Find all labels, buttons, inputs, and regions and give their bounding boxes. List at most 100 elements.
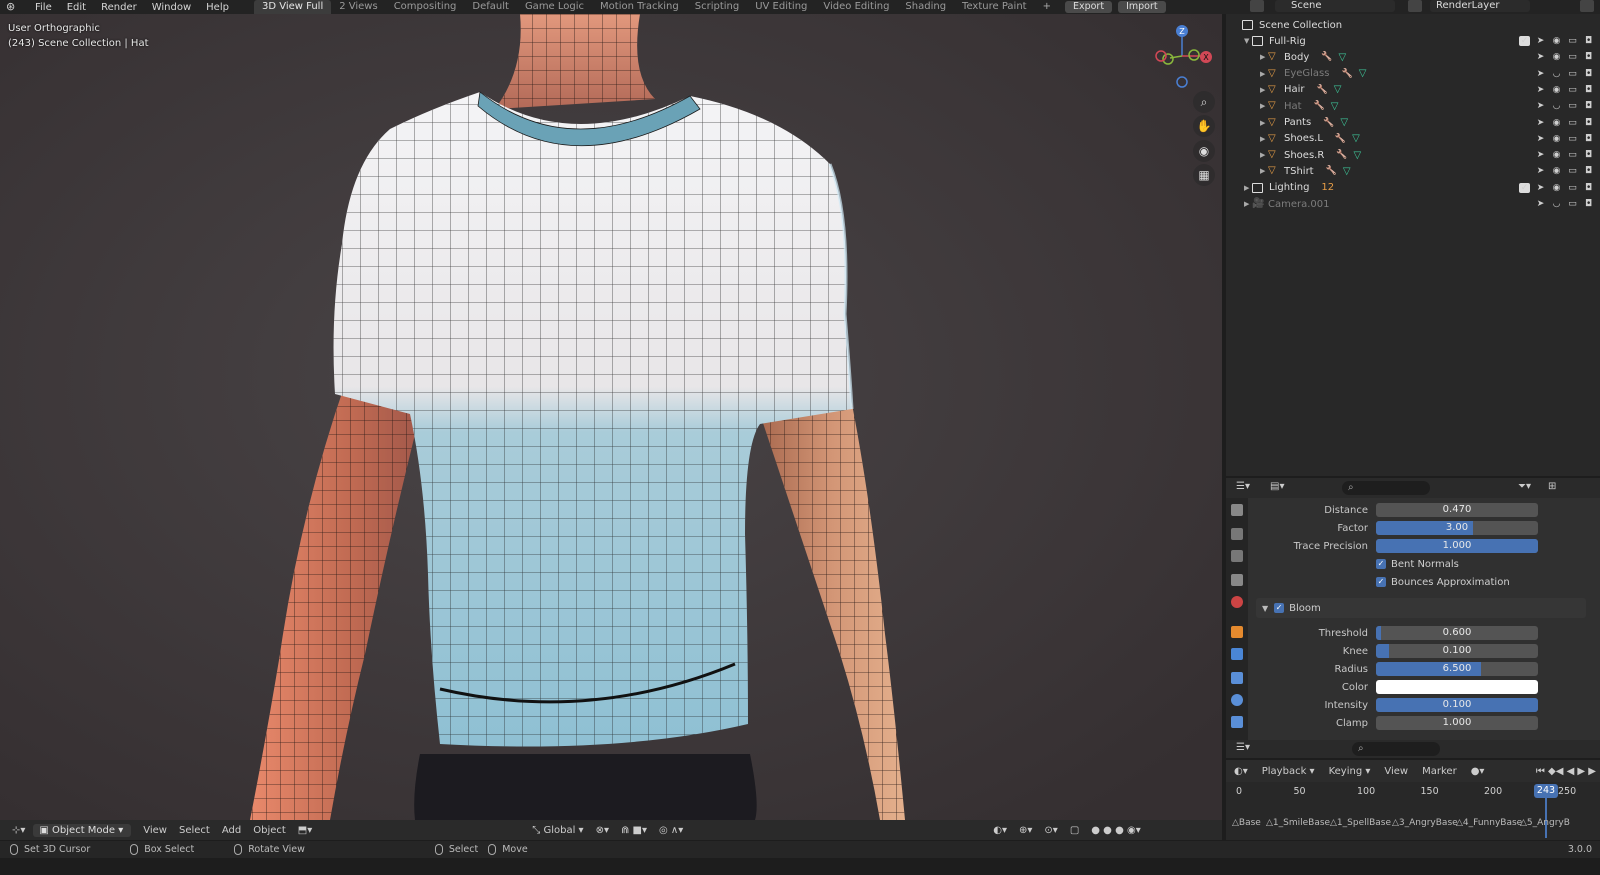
monitor-icon[interactable]: ▭: [1567, 85, 1578, 95]
menu-edit[interactable]: Edit: [67, 2, 86, 13]
outliner-row[interactable]: ▶ ▽ Shoes.R 🔧 ▽ ➤ ◉ ▭ ◘: [1226, 147, 1600, 163]
menu-view[interactable]: View: [143, 825, 167, 836]
eye-icon[interactable]: ◉: [1551, 52, 1562, 62]
select-arrow-icon[interactable]: ➤: [1535, 69, 1546, 79]
distance-slider[interactable]: 0.470: [1376, 503, 1538, 517]
render-layer-icon[interactable]: [1408, 0, 1422, 12]
bloom-threshold-slider[interactable]: 0.600: [1376, 626, 1538, 640]
bloom-radius-slider[interactable]: 6.500: [1376, 662, 1538, 676]
select-arrow-icon[interactable]: ➤: [1535, 199, 1546, 209]
tab-scripting[interactable]: Scripting: [687, 0, 747, 14]
3d-viewport[interactable]: User Orthographic (243) Scene Collection…: [0, 14, 1222, 820]
timeline-search-field[interactable]: ⌕: [1352, 742, 1440, 756]
select-arrow-icon[interactable]: ➤: [1535, 52, 1546, 62]
camera-render-icon[interactable]: ◘: [1583, 199, 1594, 209]
blender-logo-icon[interactable]: ⊛: [6, 1, 20, 13]
transform-options-icon[interactable]: ⬒▾: [298, 825, 312, 836]
pivot-icon[interactable]: ⊗▾: [596, 825, 609, 836]
expand-arrow-icon[interactable]: ▶: [1260, 151, 1268, 159]
expand-arrow-icon[interactable]: ▶: [1260, 70, 1268, 78]
modifier-tab-icon[interactable]: [1231, 648, 1243, 660]
visibility-icon[interactable]: ◐▾: [993, 825, 1007, 836]
menu-render[interactable]: Render: [101, 2, 137, 13]
mesh-data-icon[interactable]: ▽: [1331, 101, 1339, 112]
menu-file[interactable]: File: [35, 2, 52, 13]
new-collection-icon[interactable]: ⊞: [1548, 481, 1556, 492]
monitor-icon[interactable]: ▭: [1567, 101, 1578, 111]
expand-arrow-icon[interactable]: ▼: [1244, 37, 1252, 45]
render-tab-icon[interactable]: [1231, 528, 1243, 540]
outliner-row[interactable]: ▶ ▽ Body 🔧 ▽ ➤ ◉ ▭ ◘: [1226, 49, 1600, 65]
outliner-row[interactable]: ▶ ▽ Hat 🔧 ▽ ➤ ◡ ▭ ◘: [1226, 98, 1600, 114]
expand-arrow-icon[interactable]: ▶: [1260, 167, 1268, 175]
modifier-icon[interactable]: 🔧: [1341, 69, 1352, 79]
camera-render-icon[interactable]: ◘: [1583, 85, 1594, 95]
playback-controls-icon[interactable]: ⏮ ◆◀ ◀ ▶ ▶: [1536, 766, 1596, 777]
camera-render-icon[interactable]: ◘: [1583, 101, 1594, 111]
eye-icon[interactable]: ◡: [1551, 199, 1562, 209]
pan-hand-icon[interactable]: ✋: [1193, 115, 1215, 137]
camera-render-icon[interactable]: ◘: [1583, 134, 1594, 144]
monitor-icon[interactable]: ▭: [1567, 183, 1578, 193]
menu-help[interactable]: Help: [206, 2, 229, 13]
modifier-icon[interactable]: 🔧: [1314, 101, 1325, 111]
trace-precision-slider[interactable]: 1.000: [1376, 539, 1538, 553]
outliner-row[interactable]: ▶ ▽ Pants 🔧 ▽ ➤ ◉ ▭ ◘: [1226, 115, 1600, 131]
object-tab-icon[interactable]: [1231, 626, 1243, 638]
physics-tab-icon[interactable]: [1231, 694, 1243, 706]
transform-orientation[interactable]: ⤡ Global ▾: [532, 825, 583, 836]
modifier-icon[interactable]: 🔧: [1326, 166, 1337, 176]
overlays-icon[interactable]: ⊙▾: [1044, 825, 1057, 836]
mesh-data-icon[interactable]: ▽: [1352, 133, 1360, 144]
bloom-knee-slider[interactable]: 0.100: [1376, 644, 1538, 658]
tab-3d-view-full[interactable]: 3D View Full: [253, 0, 332, 14]
timeline-marker[interactable]: △3_AngryBase: [1392, 818, 1458, 828]
monitor-icon[interactable]: ▭: [1567, 52, 1578, 62]
modifier-icon[interactable]: 🔧: [1336, 150, 1347, 160]
exclude-checkbox[interactable]: ✓: [1519, 182, 1530, 193]
expand-arrow-icon[interactable]: ▶: [1260, 53, 1268, 61]
menu-marker[interactable]: Marker: [1422, 766, 1457, 777]
tab-2-views[interactable]: 2 Views: [331, 0, 385, 14]
scene-collection-row[interactable]: Scene Collection: [1226, 17, 1600, 33]
camera-render-icon[interactable]: ◘: [1583, 52, 1594, 62]
outliner-row[interactable]: ▶ ▽ Hair 🔧 ▽ ➤ ◉ ▭ ◘: [1226, 82, 1600, 98]
timeline-marker[interactable]: △1_SmileBase: [1266, 818, 1330, 828]
tab-texture-paint[interactable]: Texture Paint: [954, 0, 1035, 14]
display-mode-icon[interactable]: ▤▾: [1270, 481, 1284, 492]
outliner-row[interactable]: ▶ 🎥 Camera.001 ➤ ◡ ▭ ◘: [1226, 196, 1600, 212]
record-icon[interactable]: ●▾: [1471, 766, 1485, 777]
outliner-row[interactable]: ▼ Full-Rig ✓ ➤ ◉ ▭ ◘: [1226, 33, 1600, 49]
modifier-icon[interactable]: 🔧: [1321, 52, 1332, 62]
eye-icon[interactable]: ◉: [1551, 85, 1562, 95]
camera-render-icon[interactable]: ◘: [1583, 166, 1594, 176]
outliner-row[interactable]: ▶ ▽ Shoes.L 🔧 ▽ ➤ ◉ ▭ ◘: [1226, 131, 1600, 147]
camera-render-icon[interactable]: ◘: [1583, 183, 1594, 193]
tab-uv-editing[interactable]: UV Editing: [747, 0, 815, 14]
eye-icon[interactable]: ◉: [1551, 166, 1562, 176]
mode-selector[interactable]: ▣ Object Mode ▾: [33, 823, 132, 837]
eye-icon[interactable]: ◉: [1551, 134, 1562, 144]
import-button[interactable]: Import: [1118, 1, 1166, 13]
camera-render-icon[interactable]: ◘: [1583, 150, 1594, 160]
select-arrow-icon[interactable]: ➤: [1535, 101, 1546, 111]
eye-icon[interactable]: ◡: [1551, 101, 1562, 111]
select-arrow-icon[interactable]: ➤: [1535, 85, 1546, 95]
mesh-data-icon[interactable]: ▽: [1359, 68, 1367, 79]
mesh-data-icon[interactable]: ▽: [1343, 166, 1351, 177]
bloom-enable-checkbox[interactable]: ✓: [1274, 603, 1285, 613]
menu-add[interactable]: Add: [222, 825, 241, 836]
editor-type-icon[interactable]: ⊹▾: [12, 825, 25, 836]
editor-type-icon[interactable]: ☰▾: [1236, 742, 1250, 753]
timeline-marker[interactable]: △1_SpellBase: [1330, 818, 1391, 828]
select-arrow-icon[interactable]: ➤: [1535, 166, 1546, 176]
scene-tab-icon[interactable]: [1231, 574, 1243, 586]
exclude-checkbox[interactable]: ✓: [1519, 36, 1530, 46]
expand-arrow-icon[interactable]: ▶: [1260, 86, 1268, 94]
world-tab-icon[interactable]: [1231, 596, 1243, 608]
expand-arrow-icon[interactable]: ▶: [1244, 200, 1252, 208]
monitor-icon[interactable]: ▭: [1567, 69, 1578, 79]
timeline-marker[interactable]: △Base: [1232, 818, 1261, 828]
timeline-marker[interactable]: △5_AngryB: [1520, 818, 1570, 828]
expand-arrow-icon[interactable]: ▶: [1260, 102, 1268, 110]
